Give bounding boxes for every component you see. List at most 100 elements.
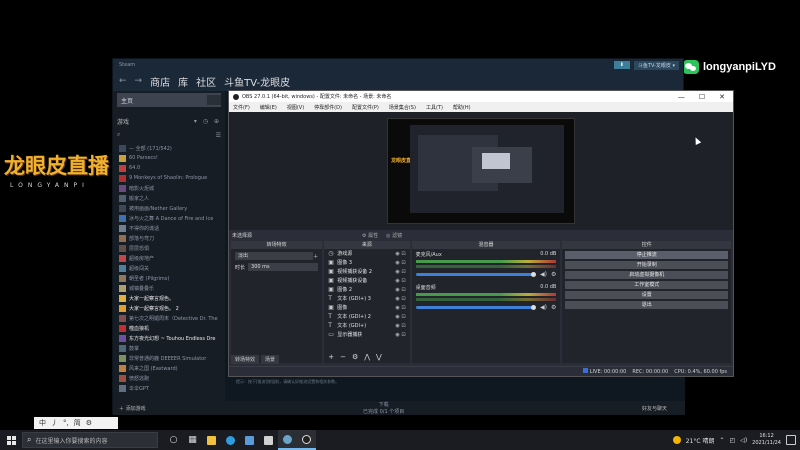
store-icon[interactable] bbox=[240, 430, 259, 450]
visibility-lock-icon[interactable]: ◉ ⊡ bbox=[395, 314, 405, 320]
game-list-item[interactable]: 9 Monkeys of Shaolin: Prologue bbox=[113, 173, 225, 183]
visibility-lock-icon[interactable]: ◉ ⊡ bbox=[395, 323, 405, 329]
nav-profile[interactable]: 斗鱼TV-龙眼皮 bbox=[224, 74, 290, 89]
game-list-item[interactable]: 朝圣者 (Pilgrims) bbox=[113, 273, 225, 283]
forward-arrow-icon[interactable]: → bbox=[135, 76, 143, 86]
gear-icon[interactable]: ⚙ bbox=[551, 304, 556, 311]
game-list-item[interactable]: 鼓掌 bbox=[113, 343, 225, 353]
ime-button[interactable]: 丿 bbox=[51, 418, 58, 428]
remove-source-button[interactable]: − bbox=[340, 353, 346, 361]
filter-icon[interactable]: ☰ bbox=[216, 132, 221, 139]
game-list-item[interactable]: 愤怒逃跑 bbox=[113, 373, 225, 383]
visibility-lock-icon[interactable]: ◉ ⊡ bbox=[395, 296, 405, 302]
friends-chat-button[interactable]: 好友与聊天 bbox=[642, 405, 667, 412]
add-source-button[interactable]: + bbox=[328, 353, 334, 361]
visibility-lock-icon[interactable]: ◉ ⊡ bbox=[395, 269, 405, 275]
download-status[interactable]: 下载 已完成 0/1 个项目 bbox=[363, 401, 404, 415]
game-list-item[interactable]: 层层恐惧 bbox=[113, 243, 225, 253]
source-item[interactable]: ▣ 视频捕获设备 ◉ ⊡ bbox=[324, 276, 409, 285]
game-list-item[interactable]: 城镇叠叠乐 bbox=[113, 283, 225, 293]
obs-taskbar-icon[interactable] bbox=[297, 430, 316, 450]
steam-user[interactable]: 斗鱼TV-龙眼皮 ▾ bbox=[633, 60, 679, 70]
speaker-icon[interactable]: ◀) bbox=[540, 271, 547, 278]
visibility-lock-icon[interactable]: ◉ ⊡ bbox=[395, 278, 405, 284]
obs-menu-item[interactable]: 工具(T) bbox=[426, 104, 443, 111]
start-button[interactable] bbox=[0, 430, 22, 450]
apps-grid-icon[interactable]: ▦ bbox=[183, 430, 202, 450]
visibility-lock-icon[interactable]: ◉ ⊡ bbox=[395, 332, 405, 338]
source-item[interactable]: ◷ 游戏源 ◉ ⊡ bbox=[324, 249, 409, 258]
source-item[interactable]: T 文本 (GDI+) 2 ◉ ⊡ bbox=[324, 312, 409, 321]
volume-fader[interactable]: ◀) ⚙ bbox=[415, 304, 556, 311]
taskbar-search[interactable]: ⌕ 在这里输入你要搜索的内容 bbox=[22, 432, 158, 448]
ime-button[interactable]: °, bbox=[63, 419, 69, 427]
volume-fader[interactable]: ◀) ⚙ bbox=[415, 271, 556, 278]
tab-transitions[interactable]: 转场特效 bbox=[231, 355, 260, 364]
edge-browser-icon[interactable] bbox=[221, 430, 240, 450]
nav-library[interactable]: 库 bbox=[178, 74, 188, 89]
game-list-item[interactable]: 暗影火炬城 bbox=[113, 183, 225, 193]
nav-community[interactable]: 社区 bbox=[196, 74, 216, 89]
home-button[interactable]: 主页 bbox=[117, 93, 221, 107]
games-filter-row[interactable]: 游戏 ▾ ◷ ⊕ bbox=[113, 115, 225, 127]
game-list-item[interactable]: 伞伞GPT bbox=[113, 383, 225, 393]
game-list-item[interactable]: 风来之国 (Eastward) bbox=[113, 363, 225, 373]
control-button[interactable]: 工作室模式 bbox=[565, 281, 729, 289]
move-up-button[interactable]: ⋀ bbox=[364, 353, 370, 361]
back-arrow-icon[interactable]: ← bbox=[119, 76, 127, 86]
fader-knob[interactable] bbox=[531, 272, 537, 277]
add-transition-icon[interactable]: ＋ bbox=[313, 253, 318, 260]
filters-button[interactable]: ◎ 滤镜 bbox=[386, 232, 402, 239]
source-item[interactable]: T 文本 (GDI+) ◉ ⊡ bbox=[324, 321, 409, 330]
duration-input[interactable]: 300 ms bbox=[248, 263, 319, 271]
fader-knob[interactable] bbox=[531, 305, 537, 310]
obs-menu-item[interactable]: 视图(V) bbox=[287, 104, 304, 111]
visibility-lock-icon[interactable]: ◉ ⊡ bbox=[395, 305, 405, 311]
minimize-button[interactable]: — bbox=[678, 93, 685, 101]
source-item[interactable]: ▣ 图像 2 ◉ ⊡ bbox=[324, 285, 409, 294]
game-list-item[interactable]: 搬家之人 bbox=[113, 193, 225, 203]
game-list-item[interactable]: 不得你的谎话 bbox=[113, 223, 225, 233]
steam-top-button[interactable]: ⬇ bbox=[613, 61, 630, 69]
source-item[interactable]: T 文本 (GDI+) 3 ◉ ⊡ bbox=[324, 294, 409, 303]
visibility-lock-icon[interactable]: ◉ ⊡ bbox=[395, 260, 405, 266]
control-button[interactable]: 停止推流 bbox=[565, 251, 729, 259]
ime-button[interactable]: 中 bbox=[39, 418, 46, 428]
obs-menu-item[interactable]: 帮助(H) bbox=[453, 104, 471, 111]
move-down-button[interactable]: ⋁ bbox=[376, 353, 382, 361]
game-list-item[interactable]: 60 Parsecs! bbox=[113, 153, 225, 163]
visibility-lock-icon[interactable]: ◉ ⊡ bbox=[395, 251, 405, 257]
add-game-button[interactable]: ＋ 添加游戏 bbox=[119, 405, 146, 412]
gear-icon[interactable]: ⚙ bbox=[551, 271, 556, 278]
game-list-item[interactable]: — 全部 (171/542) bbox=[113, 143, 225, 153]
nav-store[interactable]: 商店 bbox=[150, 74, 170, 89]
control-button[interactable]: 启动虚拟摄像机 bbox=[565, 271, 729, 279]
tab-scenes[interactable]: 场景 bbox=[261, 355, 280, 364]
obs-menu-item[interactable]: 场景集合(S) bbox=[389, 104, 416, 111]
game-list-item[interactable]: 被用画画/Nether Gallery bbox=[113, 203, 225, 213]
clock[interactable]: 16:12 2021/11/24 bbox=[752, 433, 781, 447]
control-button[interactable]: 开始录制 bbox=[565, 261, 729, 269]
game-list-item[interactable]: 东方夜光幻想 ~ Touhou Endless Dre bbox=[113, 333, 225, 343]
transition-select[interactable]: 淡出 ＋ bbox=[235, 252, 318, 260]
task-view-icon[interactable]: ○ bbox=[164, 430, 183, 450]
calendar-icon[interactable] bbox=[259, 430, 278, 450]
control-button[interactable]: 退出 bbox=[565, 301, 729, 309]
speaker-icon[interactable]: ◀) bbox=[540, 304, 547, 311]
ime-button[interactable]: 简 bbox=[74, 418, 81, 428]
sort-icons[interactable]: ▾ ◷ ⊕ bbox=[194, 118, 225, 125]
source-item[interactable]: ▣ 图像 ◉ ⊡ bbox=[324, 303, 409, 312]
network-icon[interactable]: ◰ bbox=[730, 437, 736, 444]
file-explorer-icon[interactable] bbox=[202, 430, 221, 450]
game-list-item[interactable]: 大家一起察言观色。 bbox=[113, 293, 225, 303]
maximize-button[interactable]: ☐ bbox=[699, 93, 705, 101]
game-list-item[interactable]: 超级房地产 bbox=[113, 253, 225, 263]
game-list-item[interactable]: 部落与弯刀 bbox=[113, 233, 225, 243]
obs-menu-item[interactable]: 文件(F) bbox=[233, 104, 250, 111]
game-list-item[interactable]: 超级闯关 bbox=[113, 263, 225, 273]
volume-icon[interactable]: ◁) bbox=[740, 437, 747, 444]
game-search[interactable]: ⌕ ☰ bbox=[117, 129, 221, 141]
game-list-item[interactable]: 非常普通的鹿 DEEEER Simulator bbox=[113, 353, 225, 363]
source-properties-button[interactable]: ⚙ bbox=[352, 353, 358, 361]
weather-text[interactable]: 21°C 晴朗 bbox=[686, 436, 715, 445]
